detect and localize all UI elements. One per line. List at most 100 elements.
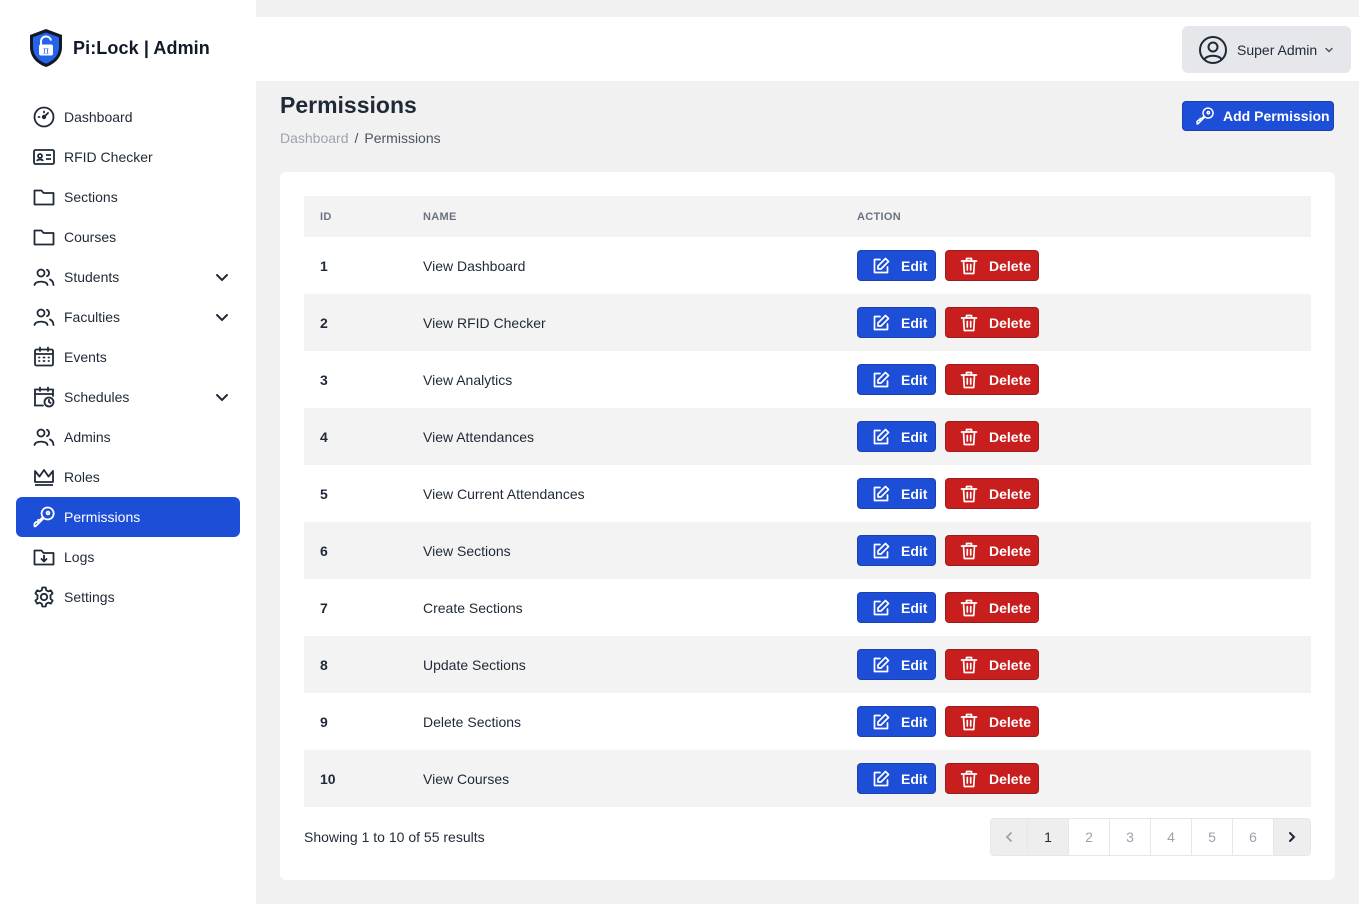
- delete-button[interactable]: Delete: [945, 364, 1039, 395]
- delete-button[interactable]: Delete: [945, 763, 1039, 794]
- chevron-down-icon[interactable]: [214, 309, 230, 325]
- edit-button[interactable]: Edit: [857, 250, 936, 281]
- edit-button[interactable]: Edit: [857, 763, 936, 794]
- delete-button[interactable]: Delete: [945, 250, 1039, 281]
- sidebar-item-schedules[interactable]: Schedules: [16, 377, 240, 417]
- edit-icon: [873, 257, 890, 273]
- page-button-1[interactable]: 1: [1027, 819, 1068, 855]
- row-actions: Edit Delete: [841, 421, 1039, 452]
- edit-button[interactable]: Edit: [857, 649, 936, 680]
- table-row: 3 View Analytics Edit Delete: [304, 351, 1311, 408]
- sidebar-item-label: Logs: [64, 549, 95, 565]
- breadcrumb-current: Permissions: [364, 130, 441, 146]
- shield-lock-logo-icon: π: [30, 29, 62, 67]
- table-row: 5 View Current Attendances Edit Delete: [304, 465, 1311, 522]
- delete-label: Delete: [989, 713, 1032, 730]
- sidebar-item-roles[interactable]: Roles: [16, 457, 240, 497]
- row-id: 4: [320, 428, 328, 445]
- row-name: View Analytics: [423, 371, 513, 388]
- sidebar-item-admins[interactable]: Admins: [16, 417, 240, 457]
- edit-button[interactable]: Edit: [857, 592, 936, 623]
- row-name: View Courses: [423, 770, 510, 787]
- row-name: View Dashboard: [423, 257, 526, 274]
- edit-icon: [873, 542, 890, 558]
- sidebar-item-students[interactable]: Students: [16, 257, 240, 297]
- row-id: 8: [320, 656, 328, 673]
- summary-to: 10: [388, 829, 405, 845]
- delete-label: Delete: [989, 770, 1032, 787]
- edit-icon: [873, 599, 890, 615]
- delete-button[interactable]: Delete: [945, 478, 1039, 509]
- edit-button[interactable]: Edit: [857, 706, 936, 737]
- sidebar-item-label: Students: [64, 269, 120, 285]
- edit-button[interactable]: Edit: [857, 307, 936, 338]
- page-button-3[interactable]: 3: [1109, 819, 1150, 855]
- delete-button[interactable]: Delete: [945, 706, 1039, 737]
- page-button-6[interactable]: 6: [1232, 819, 1273, 855]
- table-row: 8 Update Sections Edit Delete: [304, 636, 1311, 693]
- table-row: 1 View Dashboard Edit Delete: [304, 237, 1311, 294]
- delete-button[interactable]: Delete: [945, 649, 1039, 680]
- column-header-action: ACTION: [857, 210, 901, 223]
- top-bar: Super Admin: [256, 17, 1359, 81]
- edit-label: Edit: [901, 371, 928, 388]
- edit-label: Edit: [901, 599, 928, 616]
- row-id: 9: [320, 713, 328, 730]
- sidebar-item-logs[interactable]: Logs: [16, 537, 240, 577]
- sidebar-item-dashboard[interactable]: Dashboard: [16, 97, 240, 137]
- row-actions: Edit Delete: [841, 478, 1039, 509]
- chevron-down-icon[interactable]: [214, 269, 230, 285]
- sidebar-item-faculties[interactable]: Faculties: [16, 297, 240, 337]
- sidebar-item-label: Schedules: [64, 389, 130, 405]
- delete-label: Delete: [989, 314, 1032, 331]
- chevron-down-icon[interactable]: [214, 389, 230, 405]
- sidebar-item-events[interactable]: Events: [16, 337, 240, 377]
- edit-button[interactable]: Edit: [857, 478, 936, 509]
- edit-button[interactable]: Edit: [857, 421, 936, 452]
- edit-icon: [873, 770, 890, 786]
- users-icon: [33, 268, 55, 286]
- sidebar-item-permissions[interactable]: Permissions: [16, 497, 240, 537]
- edit-label: Edit: [901, 770, 928, 787]
- chevron-right-icon: [1289, 832, 1296, 842]
- delete-button[interactable]: Delete: [945, 592, 1039, 623]
- column-header-name: NAME: [423, 210, 457, 223]
- user-menu-button[interactable]: Super Admin: [1182, 26, 1351, 73]
- chevron-down-icon: [1325, 47, 1333, 53]
- sidebar-item-settings[interactable]: Settings: [16, 577, 240, 617]
- delete-button[interactable]: Delete: [945, 535, 1039, 566]
- sidebar-item-courses[interactable]: Courses: [16, 217, 240, 257]
- pagination: 123456: [990, 818, 1311, 856]
- previous-page-button[interactable]: [991, 819, 1027, 855]
- sidebar-item-sections[interactable]: Sections: [16, 177, 240, 217]
- page-button-4[interactable]: 4: [1150, 819, 1191, 855]
- table-row: 9 Delete Sections Edit Delete: [304, 693, 1311, 750]
- edit-label: Edit: [901, 428, 928, 445]
- sidebar-item-rfid-checker[interactable]: RFID Checker: [16, 137, 240, 177]
- table-body: 1 View Dashboard Edit Delete 2 View RFID Chec…: [304, 237, 1311, 807]
- add-permission-button[interactable]: Add Permission: [1182, 101, 1334, 131]
- page-button-5[interactable]: 5: [1191, 819, 1232, 855]
- edit-icon: [873, 485, 890, 501]
- edit-button[interactable]: Edit: [857, 364, 936, 395]
- delete-button[interactable]: Delete: [945, 421, 1039, 452]
- delete-label: Delete: [989, 428, 1032, 445]
- trash-icon: [960, 257, 978, 274]
- sidebar-item-label: Courses: [64, 229, 117, 245]
- breadcrumb-dashboard-link[interactable]: Dashboard: [280, 130, 349, 146]
- delete-label: Delete: [989, 257, 1032, 274]
- row-actions: Edit Delete: [841, 763, 1039, 794]
- summary-total: 55: [423, 829, 440, 845]
- edit-icon: [873, 314, 890, 330]
- row-id: 5: [320, 485, 328, 502]
- row-name: View Sections: [423, 542, 511, 559]
- edit-button[interactable]: Edit: [857, 535, 936, 566]
- page-button-2[interactable]: 2: [1068, 819, 1109, 855]
- next-page-button[interactable]: [1273, 819, 1310, 855]
- row-name: Create Sections: [423, 599, 523, 616]
- table-header: ID NAME ACTION: [304, 196, 1311, 237]
- brand[interactable]: π Pi:Lock | Admin: [28, 28, 210, 68]
- page-title: Permissions: [280, 92, 417, 118]
- row-id: 3: [320, 371, 328, 388]
- delete-button[interactable]: Delete: [945, 307, 1039, 338]
